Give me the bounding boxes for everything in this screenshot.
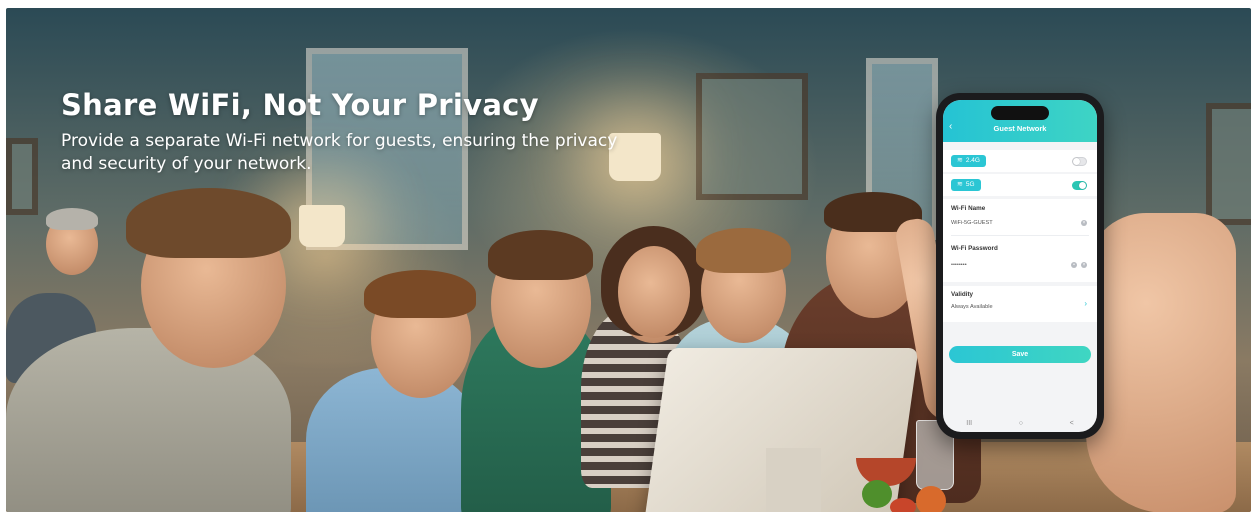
- band-chip: ≋ 5G: [951, 179, 981, 191]
- band-5g-toggle[interactable]: [1072, 181, 1087, 190]
- clear-icon[interactable]: ×: [1081, 262, 1087, 268]
- person-body: [306, 368, 481, 512]
- headline: Share WiFi, Not Your Privacy: [61, 88, 539, 122]
- wifi-name-input[interactable]: WiFi-5G-GUEST: [951, 220, 993, 226]
- system-nav-bar: III ○ <: [943, 414, 1097, 432]
- person-hair: [126, 188, 291, 258]
- band-chip: ≋ 2.4G: [951, 155, 986, 167]
- home-icon[interactable]: ○: [1019, 420, 1023, 427]
- person-head: [618, 246, 690, 338]
- wifi-icon: ≋: [957, 181, 963, 188]
- fruit: [916, 486, 946, 512]
- person-hair: [364, 270, 476, 318]
- clear-icon[interactable]: ×: [1081, 220, 1087, 226]
- save-button[interactable]: Save: [949, 346, 1091, 363]
- phone-screen: ‹ Guest Network ≋ 2.4G ≋ 5G Wi-Fi Name W…: [943, 100, 1097, 432]
- credentials-card: Wi-Fi Name WiFi-5G-GUEST × Wi-Fi Passwor…: [943, 199, 1097, 282]
- wall-picture: [6, 138, 38, 215]
- fruit: [862, 480, 892, 508]
- band-label: 5G: [965, 181, 975, 188]
- lamp: [299, 205, 345, 247]
- band-2g-toggle[interactable]: [1072, 157, 1087, 166]
- divider: [951, 235, 1089, 236]
- validity-label: Validity: [951, 291, 974, 298]
- hand: [1086, 213, 1236, 512]
- fruit: [890, 498, 916, 512]
- back-nav-icon[interactable]: <: [1070, 420, 1074, 427]
- router-stand: [766, 448, 821, 512]
- validity-value: Always Available: [951, 304, 993, 310]
- band-row-5g: ≋ 5G: [943, 174, 1097, 196]
- toggle-knob: [1079, 182, 1086, 189]
- wifi-name-label: Wi-Fi Name: [951, 205, 986, 212]
- eye-icon[interactable]: •: [1071, 262, 1077, 268]
- wall-picture: [1206, 103, 1251, 225]
- camera-notch: [991, 106, 1049, 120]
- validity-row[interactable]: Validity Always Available ›: [943, 286, 1097, 322]
- wall-picture: [696, 73, 808, 200]
- band-row-2g: ≋ 2.4G: [943, 150, 1097, 172]
- subheadline: Provide a separate Wi-Fi network for gue…: [61, 131, 618, 174]
- wifi-password-label: Wi-Fi Password: [951, 245, 998, 252]
- band-label: 2.4G: [965, 157, 980, 164]
- phone: ‹ Guest Network ≋ 2.4G ≋ 5G Wi-Fi Name W…: [936, 93, 1104, 439]
- toggle-knob: [1073, 158, 1080, 165]
- person-hair: [46, 208, 98, 230]
- person-hair: [488, 230, 593, 280]
- recent-apps-icon[interactable]: III: [966, 420, 972, 427]
- wifi-password-input[interactable]: ••••••••: [951, 262, 967, 268]
- wifi-icon: ≋: [957, 157, 963, 164]
- page-title: Guest Network: [993, 124, 1047, 133]
- person-hair: [696, 228, 791, 273]
- chevron-right-icon: ›: [1084, 299, 1087, 308]
